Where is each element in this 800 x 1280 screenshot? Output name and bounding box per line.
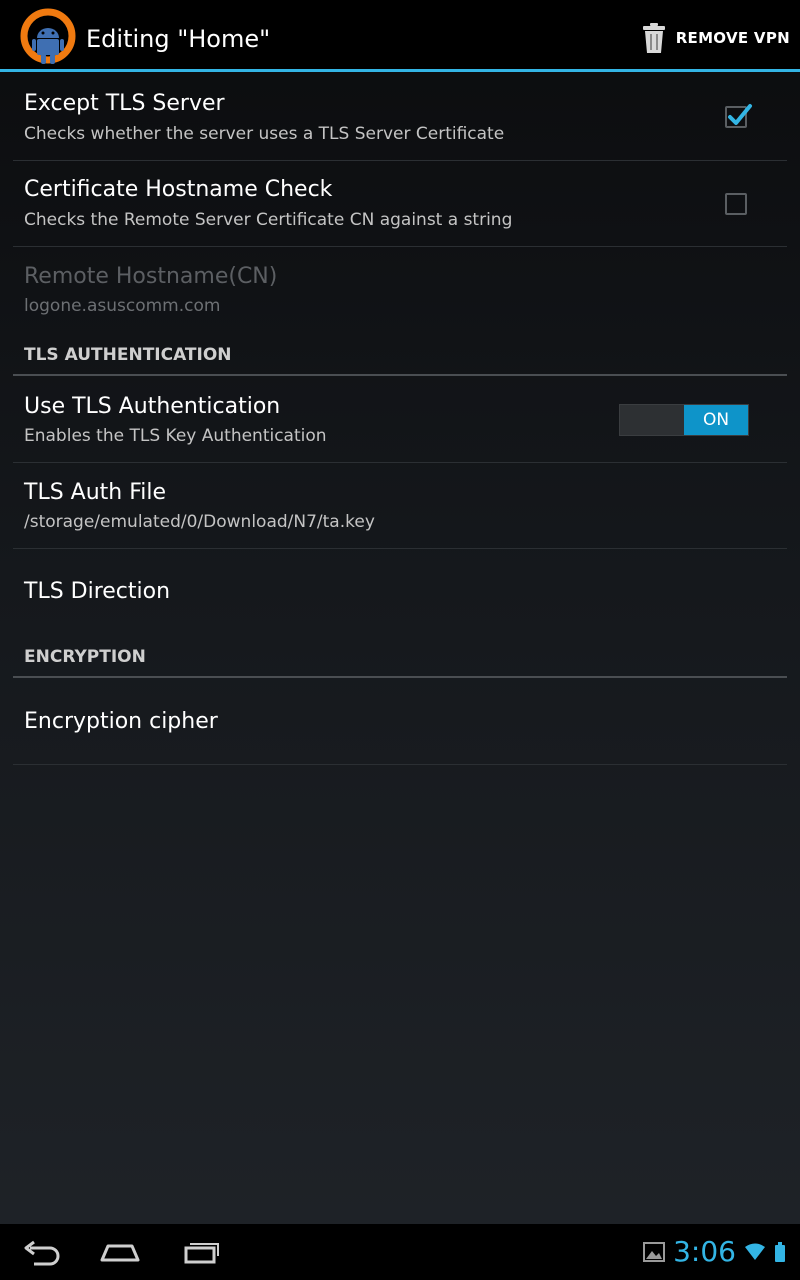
pref-except-tls-server[interactable]: Except TLS Server Checks whether the ser… (13, 76, 787, 161)
home-icon[interactable] (98, 1234, 142, 1270)
pref-title: Certificate Hostname Check (24, 177, 333, 202)
hostname-check-checkbox[interactable] (725, 193, 747, 215)
back-icon[interactable] (20, 1234, 64, 1270)
screen: Editing "Home" REMOVE VPN Except TLS Ser… (0, 0, 800, 1280)
pref-title: Use TLS Authentication (24, 394, 281, 419)
page-title: Editing "Home" (86, 25, 271, 53)
pref-title: TLS Auth File (24, 480, 167, 505)
pref-remote-hostname: Remote Hostname(CN) logone.asuscomm.com (13, 247, 787, 332)
switch-thumb: ON (684, 405, 748, 435)
remove-vpn-label: REMOVE VPN (675, 29, 790, 47)
navigation-bar: 3:06 (0, 1224, 800, 1280)
category-encryption: ENCRYPTION (13, 634, 787, 678)
status-area: 3:06 (643, 1232, 786, 1272)
recent-apps-icon[interactable] (178, 1234, 222, 1270)
pref-use-tls-authentication[interactable]: Use TLS Authentication Enables the TLS K… (13, 377, 787, 463)
pref-title: TLS Direction (24, 579, 171, 604)
pref-summary: /storage/emulated/0/Download/N7/ta.key (24, 512, 375, 532)
category-title: TLS AUTHENTICATION (24, 345, 232, 365)
pref-summary: Enables the TLS Key Authentication (24, 426, 327, 446)
tls-auth-switch[interactable]: ON (619, 404, 749, 436)
remove-vpn-button[interactable]: REMOVE VPN (642, 18, 790, 58)
pref-title: Encryption cipher (24, 709, 218, 734)
pref-title: Remote Hostname(CN) (24, 264, 278, 289)
openvpn-app-icon[interactable] (18, 8, 78, 68)
wifi-icon (745, 1243, 765, 1260)
category-tls-authentication: TLS AUTHENTICATION (13, 332, 787, 376)
battery-icon (775, 1242, 785, 1262)
gallery-notification-icon (643, 1242, 666, 1262)
pref-tls-auth-file[interactable]: TLS Auth File /storage/emulated/0/Downlo… (13, 463, 787, 549)
category-title: ENCRYPTION (24, 647, 146, 667)
pref-encryption-cipher[interactable]: Encryption cipher (13, 679, 787, 765)
checkmark-icon (728, 104, 752, 125)
pref-summary: Checks the Remote Server Certificate CN … (24, 210, 513, 230)
pref-summary: logone.asuscomm.com (24, 296, 221, 316)
pref-summary: Checks whether the server uses a TLS Ser… (24, 124, 505, 144)
pref-tls-direction[interactable]: TLS Direction (13, 549, 787, 635)
action-bar: Editing "Home" REMOVE VPN (0, 0, 800, 72)
except-tls-checkbox[interactable] (725, 104, 752, 128)
clock: 3:06 (673, 1235, 736, 1268)
pref-title: Except TLS Server (24, 91, 225, 116)
pref-certificate-hostname-check[interactable]: Certificate Hostname Check Checks the Re… (13, 161, 787, 247)
trash-icon (642, 23, 665, 53)
